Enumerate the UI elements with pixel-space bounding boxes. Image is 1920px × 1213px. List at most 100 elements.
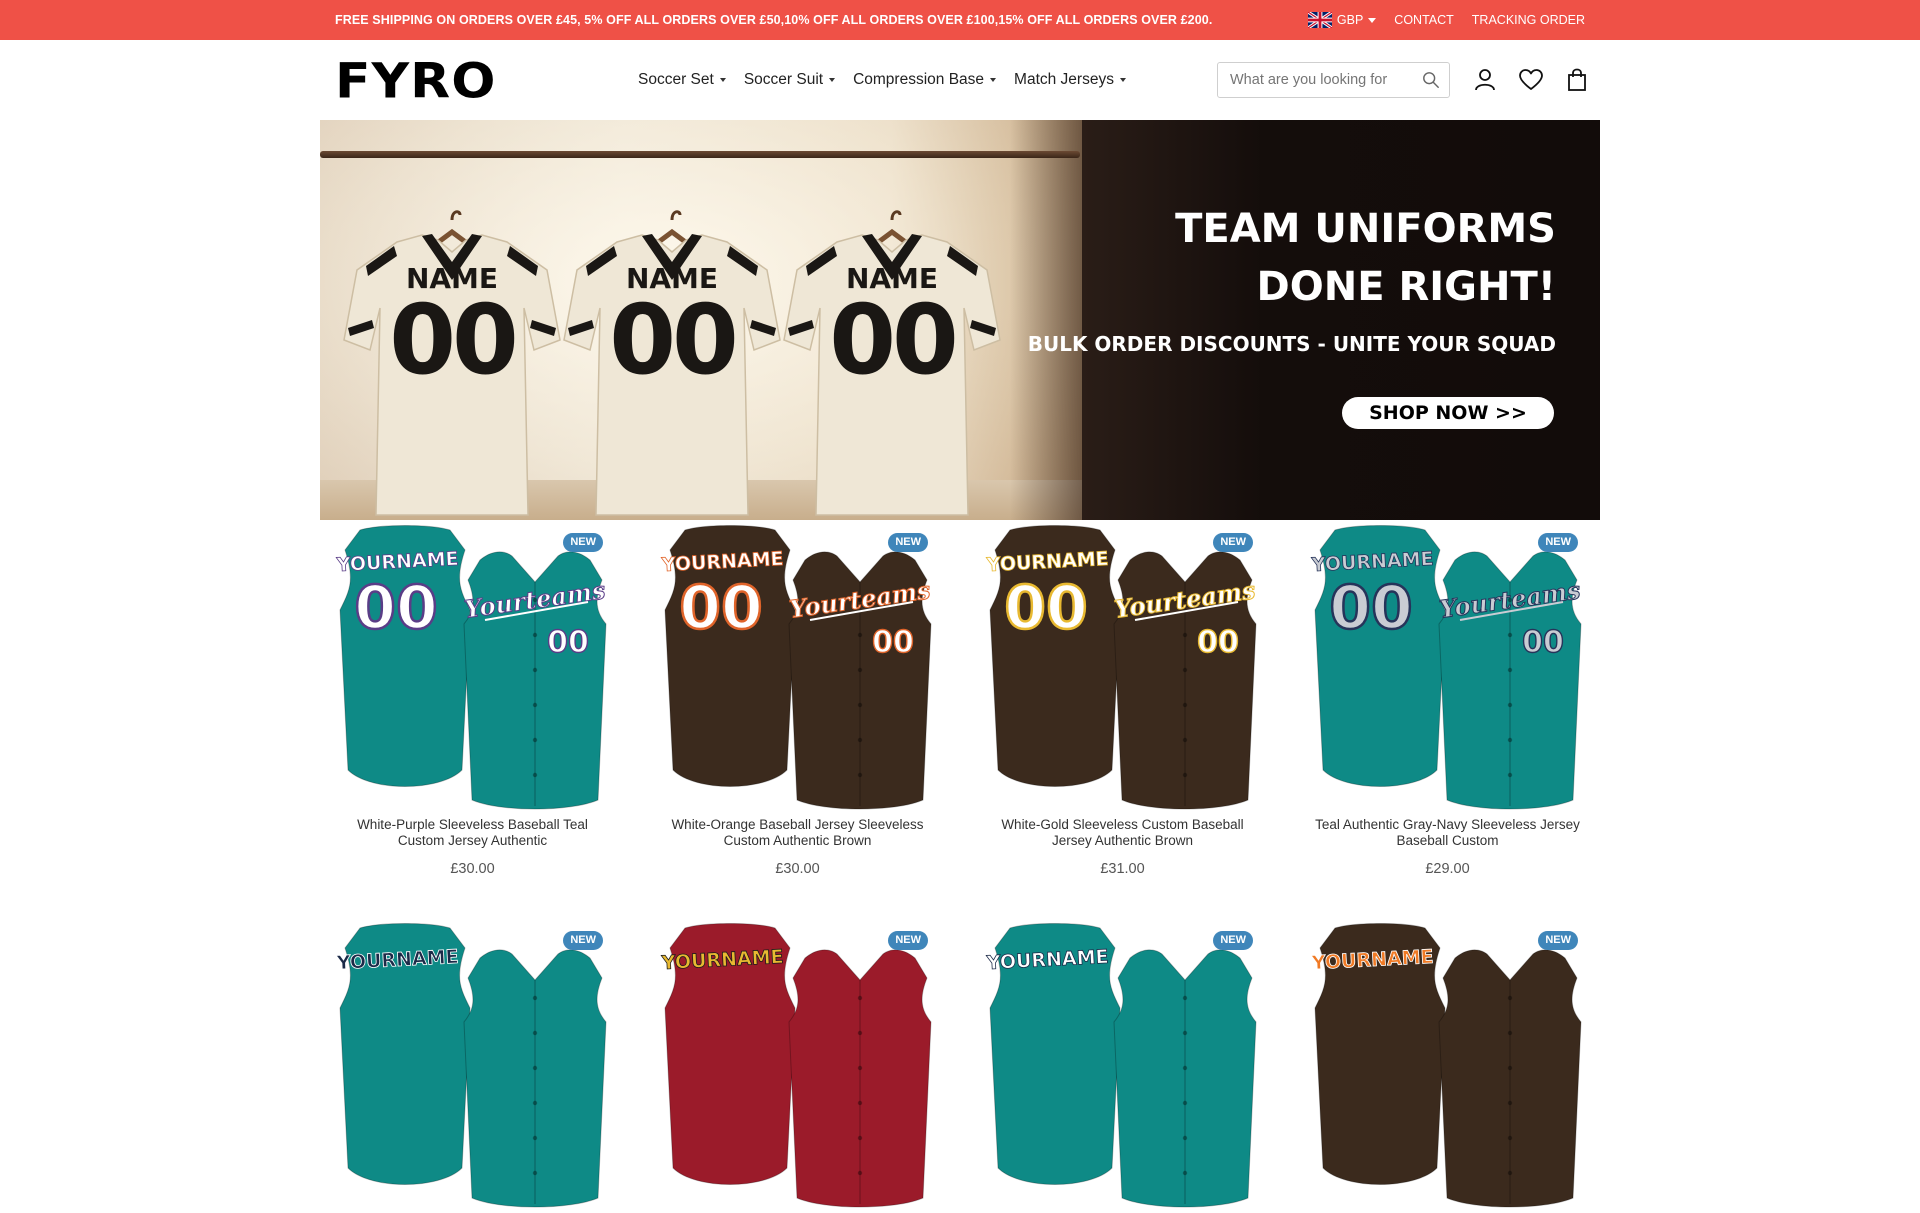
uk-flag-icon [1307,12,1332,28]
new-badge: NEW [1213,931,1253,950]
main-nav: Soccer Set Soccer Suit Compression Base … [638,40,1126,120]
jersey-number-text: 00 [609,284,739,396]
site-header: FYRO Soccer Set Soccer Suit Compression … [0,40,1920,120]
jersey-button [1182,1030,1188,1036]
product-card[interactable]: YOURNAME 00 Yourteams 00 NEW White-Gold Sle… [970,520,1275,877]
jersey-button [532,737,538,743]
currency-label: GBP [1336,13,1364,27]
jersey-button [532,632,538,638]
header-icons [1472,66,1590,94]
jersey-button [1182,772,1188,778]
hero-title-line: TEAM UNIFORMS [1175,206,1556,252]
jersey-number-text: 00 [389,284,519,396]
product-image: YOURNAME 00 Yourteams 00 NEW [645,520,950,815]
hero-title-line: DONE RIGHT! [1256,264,1556,310]
jersey-button [1507,1100,1513,1106]
jersey-button [532,702,538,708]
chevron-down-icon [829,78,836,82]
shopping-bag-icon [1568,68,1586,91]
chevron-down-icon [719,78,726,82]
jersey-button [1182,632,1188,638]
jersey-button [857,632,863,638]
new-badge: NEW [1538,931,1578,950]
product-image: YOURNAME 00 Yourteams 00 NEW [1295,520,1600,815]
product-card[interactable]: YOURNAME NEW [970,918,1275,1213]
product-card[interactable]: YOURNAME 00 Yourteams 00 NEW Teal Authentic… [1295,520,1600,877]
jersey-button [1182,995,1188,1001]
chevron-down-icon [990,78,997,82]
jersey-button [532,995,538,1001]
new-badge: NEW [1538,533,1578,552]
jersey-button [1182,667,1188,673]
nav-item-soccer-suit[interactable]: Soccer Suit [743,71,836,89]
jersey-button [857,1065,863,1071]
new-badge: NEW [563,533,603,552]
nav-item-compression-base[interactable]: Compression Base [853,71,997,89]
product-image: YOURNAME 00 Yourteams 00 NEW [970,520,1275,815]
topbar-links: GBP CONTACT TRACKING ORDER [1307,0,1585,40]
nav-item-soccer-set[interactable]: Soccer Set [638,71,726,89]
jersey-button [1182,1100,1188,1106]
hero-banner[interactable]: NAME 00 NAME 00 NAME 00 TEAM UNIFORMS DO… [320,120,1600,520]
jersey-button [1182,737,1188,743]
jersey-button [532,1065,538,1071]
jersey-button [857,1170,863,1176]
nav-item-label: Soccer Suit [743,71,824,88]
cart-button[interactable] [1564,66,1590,94]
product-card[interactable]: YOURNAME 00 Yourteams 00 NEW White-Orange B… [645,520,950,877]
search-box [1217,62,1450,98]
site-logo[interactable]: FYRO [335,58,496,106]
hero-title: TEAM UNIFORMS DONE RIGHT! [1036,200,1556,316]
jersey-button [532,1100,538,1106]
new-badge: NEW [888,533,928,552]
search-icon [1423,72,1439,88]
new-badge: NEW [888,931,928,950]
jersey-button [1507,667,1513,673]
jersey-button [1507,632,1513,638]
product-price: £30.00 [775,861,820,877]
product-price: £30.00 [450,861,495,877]
product-card[interactable]: YOURNAME NEW [320,918,625,1213]
jersey-number-small-text: 00 [1197,625,1239,660]
search-input[interactable] [1218,63,1413,97]
promo-bar: FREE SHIPPING ON ORDERS OVER £45, 5% OFF… [0,0,1920,40]
product-image: YOURNAME NEW [645,918,950,1213]
jersey-button [1182,1065,1188,1071]
shop-now-button[interactable]: SHOP NOW >> [1342,397,1554,429]
wishlist-button[interactable] [1518,66,1544,94]
jersey-button [1507,1170,1513,1176]
jersey-button [857,1135,863,1141]
jersey-illustration: YOURNAME00 Yourteams00 [1310,525,1583,810]
chevron-down-icon [1119,78,1126,82]
contact-link[interactable]: CONTACT [1394,13,1454,27]
product-title: White-Orange Baseball Jersey Sleeveless … [671,817,924,848]
tracking-order-link[interactable]: TRACKING ORDER [1472,13,1585,27]
product-card[interactable]: YOURNAME 00 Yourteams 00 NEW White-Purple S… [320,520,625,877]
jersey-illustration: YOURNAME00 Yourteams00 [660,525,933,810]
nav-item-match-jerseys[interactable]: Match Jerseys [1014,71,1126,89]
product-image: YOURNAME 00 Yourteams 00 NEW [320,520,625,815]
jersey-illustration: YOURNAME00 Yourteams00 [985,525,1258,810]
product-card[interactable]: YOURNAME NEW [1295,918,1600,1213]
jersey-button [532,667,538,673]
search-button[interactable] [1413,63,1449,97]
jersey-button [1507,1135,1513,1141]
jersey-illustration: YOURNAME00 Yourteams00 [335,525,608,810]
jersey-button [1182,702,1188,708]
jersey-number-small-text: 00 [872,625,914,660]
hero-subtitle: BULK ORDER DISCOUNTS - UNITE YOUR SQUAD [1027,332,1556,356]
product-image: YOURNAME NEW [970,918,1275,1213]
account-button[interactable] [1472,66,1498,94]
jersey-button [532,1135,538,1141]
jersey-illustration: YOURNAME [1310,923,1582,1208]
jersey-button [532,1170,538,1176]
jersey-number-text: 00 [1329,573,1413,643]
currency-selector[interactable]: GBP [1307,12,1377,28]
product-price: £31.00 [1100,861,1145,877]
jersey-button [857,1100,863,1106]
product-card[interactable]: YOURNAME NEW [645,918,950,1213]
jersey-button [1182,1135,1188,1141]
jersey-illustration: YOURNAME [985,923,1257,1208]
heart-icon [1519,69,1543,90]
chevron-down-icon [1368,17,1377,23]
